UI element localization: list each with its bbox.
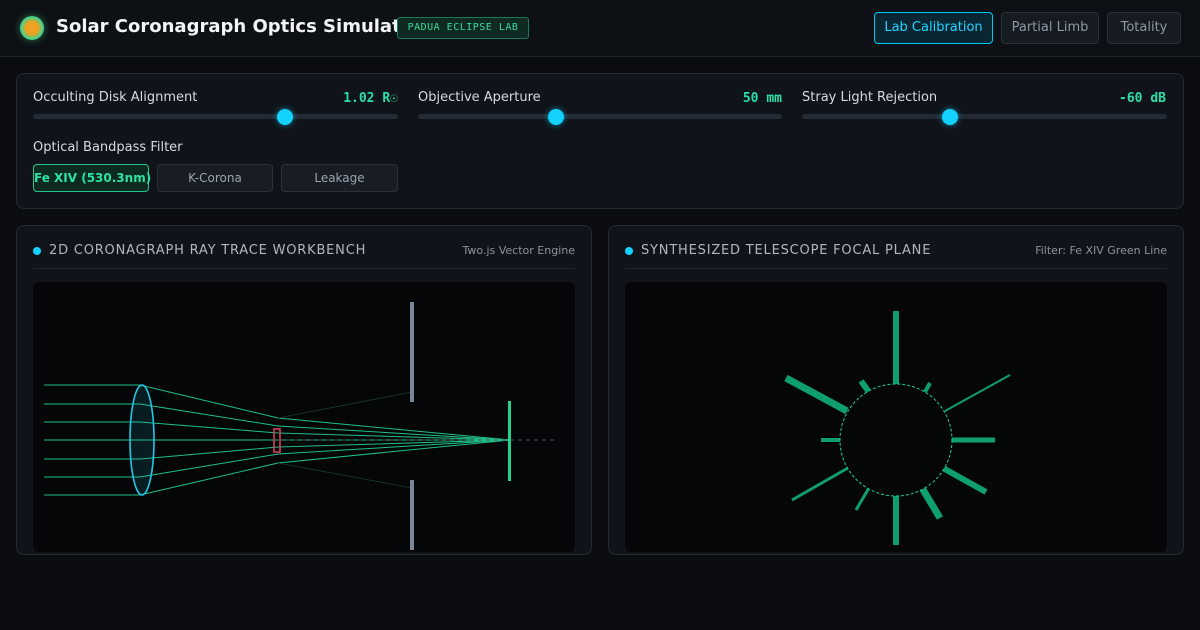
filter-label: Optical Bandpass Filter bbox=[33, 140, 183, 155]
aperture-value: 50 mm bbox=[742, 91, 782, 106]
stray-light-slider[interactable] bbox=[802, 114, 1167, 119]
focal-plane-filter-label: Filter: Fe XIV Green Line bbox=[1035, 244, 1167, 257]
mode-lab-calibration-button[interactable]: Lab Calibration bbox=[874, 12, 993, 44]
aperture-label: Objective Aperture bbox=[418, 90, 541, 105]
app-title: Solar Coronagraph Optics Simulator bbox=[56, 16, 422, 37]
mode-partial-limb-button[interactable]: Partial Limb bbox=[1001, 12, 1099, 44]
aperture-slider-thumb[interactable] bbox=[548, 109, 564, 125]
streamer-ssw bbox=[854, 487, 871, 511]
occulted-disk-outline bbox=[839, 383, 953, 497]
filter-fe-xiv-button[interactable]: Fe XIV (530.3nm) bbox=[33, 164, 151, 192]
sun-logo-icon bbox=[20, 16, 44, 40]
filter-k-corona-button[interactable]: K-Corona bbox=[157, 164, 273, 192]
streamer-nnw bbox=[858, 379, 872, 394]
streamer-sse bbox=[918, 486, 944, 520]
streamer-northwest bbox=[784, 374, 849, 415]
streamer-southeast bbox=[941, 465, 988, 495]
focal-plane-status-dot bbox=[625, 247, 633, 255]
detector-plane bbox=[508, 401, 511, 481]
raytrace-title: 2D CORONAGRAPH RAY TRACE WORKBENCH bbox=[49, 243, 367, 258]
occulting-disk-label: Occulting Disk Alignment bbox=[33, 90, 198, 105]
app-header: Solar Coronagraph Optics Simulator PADUA… bbox=[0, 0, 1200, 57]
occulting-disk-slider[interactable] bbox=[33, 114, 398, 119]
occulting-disk-value: 1.02 R☉ bbox=[343, 91, 398, 106]
focal-plane-image bbox=[784, 311, 1011, 545]
lab-badge: PADUA ECLIPSE LAB bbox=[397, 17, 529, 39]
stray-light-slider-thumb[interactable] bbox=[942, 109, 958, 125]
raytrace-engine-label: Two.js Vector Engine bbox=[462, 244, 575, 257]
stray-light-value: -60 dB bbox=[1119, 91, 1166, 106]
mode-totality-button[interactable]: Totality bbox=[1107, 12, 1181, 44]
streamer-northeast bbox=[944, 374, 1011, 412]
incident-rays bbox=[44, 384, 140, 496]
streamer-nne bbox=[923, 382, 932, 393]
lyot-stop-lower bbox=[410, 480, 414, 550]
focal-plane-title: SYNTHESIZED TELESCOPE FOCAL PLANE bbox=[641, 243, 932, 258]
raytrace-canvas[interactable] bbox=[33, 282, 575, 552]
stray-light-label: Stray Light Rejection bbox=[802, 90, 938, 105]
streamer-southwest bbox=[791, 466, 849, 502]
aperture-slider[interactable] bbox=[418, 114, 782, 119]
raytrace-diagram bbox=[44, 302, 555, 550]
focal-plane-canvas[interactable] bbox=[625, 282, 1167, 552]
occulting-disk-slider-thumb[interactable] bbox=[277, 109, 293, 125]
raytrace-status-dot bbox=[33, 247, 41, 255]
focal-plane-divider bbox=[625, 268, 1167, 269]
lyot-stop-upper bbox=[410, 302, 414, 402]
objective-lens[interactable] bbox=[129, 384, 155, 496]
filter-leakage-button[interactable]: Leakage bbox=[281, 164, 398, 192]
raytrace-divider bbox=[33, 268, 575, 269]
